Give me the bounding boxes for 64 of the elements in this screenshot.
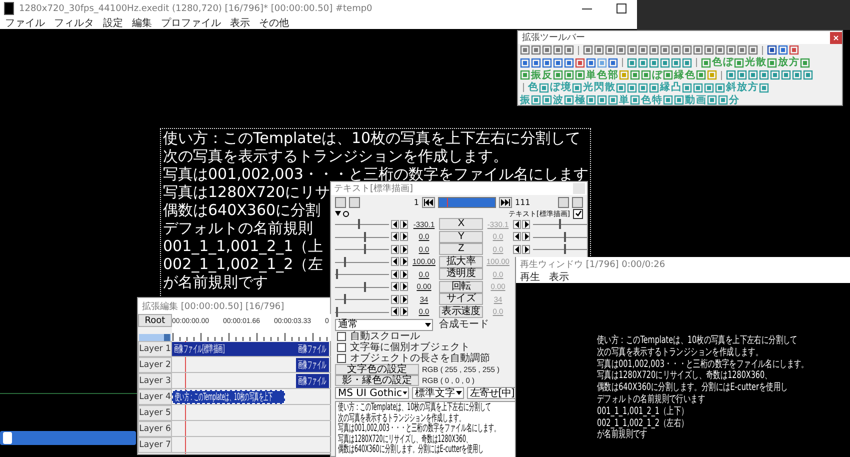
parameter-button[interactable]: 透明度 — [439, 268, 483, 280]
text-line: 偶数は640X360に分割 — [163, 201, 321, 219]
menu-item[interactable]: ファイル — [5, 18, 45, 28]
menu-item[interactable]: 再生 — [520, 272, 540, 282]
layer-button[interactable]: Layer 3 — [138, 373, 172, 389]
color-button[interactable]: 影・縁色の設定 — [335, 375, 419, 386]
parameter-button[interactable]: 回転 — [439, 280, 483, 293]
timeline-clip[interactable]: 画像ファイル — [296, 358, 330, 372]
blend-dropdown[interactable]: 通常 — [335, 318, 433, 330]
text-line: 写真は001,002,003・・・と三桁の数字をファイル名にします。 — [597, 358, 808, 370]
window-title: 拡張編集 [00:00:00.50] [16/796] — [138, 298, 331, 314]
field-label: 合成モード — [439, 319, 489, 330]
timeline-clip[interactable]: 画像ファイル — [296, 374, 330, 388]
text-line: 写真は1280X720にリサ — [163, 183, 330, 201]
text-line: 使い方：このTemplateは、10枚の写真を上下左右に分割して — [163, 129, 581, 147]
align-dropdown[interactable]: 左寄せ[中] — [467, 387, 515, 399]
menu-item[interactable]: プロファイル — [161, 18, 221, 28]
text-line: 偶数は640X360に分割します。分割にはE-cutterを使用し — [597, 382, 788, 394]
layer-button[interactable]: Layer 5 — [138, 405, 172, 421]
parameter-button[interactable]: 表示速度 — [439, 306, 483, 318]
text-line: 写真は1280X720にリサイズし、奇数は1280X360、 — [597, 370, 772, 382]
parameter-button[interactable]: X — [439, 218, 483, 230]
text-line: 次の写真を表示するトランジションを作成します。 — [163, 147, 508, 165]
window-title: テキスト[標準描画] — [334, 182, 414, 195]
text-line: 001_1_1,001_2_1（上 — [163, 237, 324, 255]
checkbox-label[interactable]: 自動スクロール — [350, 331, 420, 342]
color-button[interactable]: 文字色の設定 — [335, 364, 419, 375]
parameter-button[interactable]: 拡大率 — [439, 256, 483, 268]
menu-item[interactable]: 表示 — [230, 18, 250, 28]
layer-button[interactable]: Layer 1 — [138, 341, 172, 357]
layer-button[interactable]: Layer 4 — [138, 389, 172, 405]
text-line: 使い方：このTemplateは、10枚の写真を上下左右に分割して — [597, 335, 798, 346]
window-title: 拡張ツールバー — [522, 32, 586, 44]
layer-button[interactable]: Layer 7 — [138, 437, 172, 453]
timeline-clip[interactable]: 画像ファイル — [296, 342, 330, 356]
style-dropdown[interactable]: 標準文字 — [412, 387, 464, 399]
layer-button[interactable]: Layer 2 — [138, 357, 172, 373]
window-title: 1280x720_30fps_44100Hz.exedit (1280,720) [16/796]* [00:00:00.50] #temp0 — [19, 4, 374, 14]
parameter-button[interactable]: サイズ — [439, 293, 483, 306]
root-button[interactable]: Root — [138, 314, 172, 327]
text-line: 002_1_1,002_1_2（左右） — [597, 418, 688, 429]
menu-item[interactable]: フィルタ — [54, 18, 94, 28]
menu-item[interactable]: 編集 — [132, 18, 152, 28]
font-dropdown[interactable]: MS UI Gothic — [335, 387, 409, 399]
window-title: 再生ウィンドウ [1/796] 0:00/0:26 — [520, 258, 666, 270]
parameter-button[interactable]: Y — [439, 230, 483, 243]
layer-button[interactable]: Layer 6 — [138, 421, 172, 437]
parameter-button[interactable]: Z — [439, 243, 483, 256]
text-line: デフォルトの名前規則 — [163, 219, 313, 237]
text-line: が名前規則です — [163, 273, 268, 291]
text-line: 次の写真を表示するトランジションを作成します。 — [597, 346, 763, 358]
menu-item[interactable]: 設定 — [103, 18, 123, 28]
text-line: 002_1_1,002_1_2（左 — [163, 255, 324, 273]
timeline-clip[interactable]: 画像ファイル[標準描画] — [172, 342, 296, 356]
menu-item[interactable]: その他 — [259, 18, 289, 28]
menu-item[interactable]: 表示 — [549, 272, 569, 282]
frame-number: 1 — [412, 198, 419, 206]
timeline-clip[interactable]: 使い方：このTemplateは、10枚の写真を上下 — [172, 390, 285, 404]
checkbox-label[interactable]: オブジェクトの長さを自動調節 — [350, 353, 490, 364]
checkbox-label[interactable]: 文字毎に個別オブジェクト — [350, 342, 470, 353]
frame-number: 111 — [515, 198, 532, 206]
text-line: デフォルトの名前規則で行います — [597, 394, 705, 406]
text-line: が名前規則です — [597, 429, 648, 442]
text-line: 001_1_1,001_2_1（上下） — [597, 406, 688, 418]
